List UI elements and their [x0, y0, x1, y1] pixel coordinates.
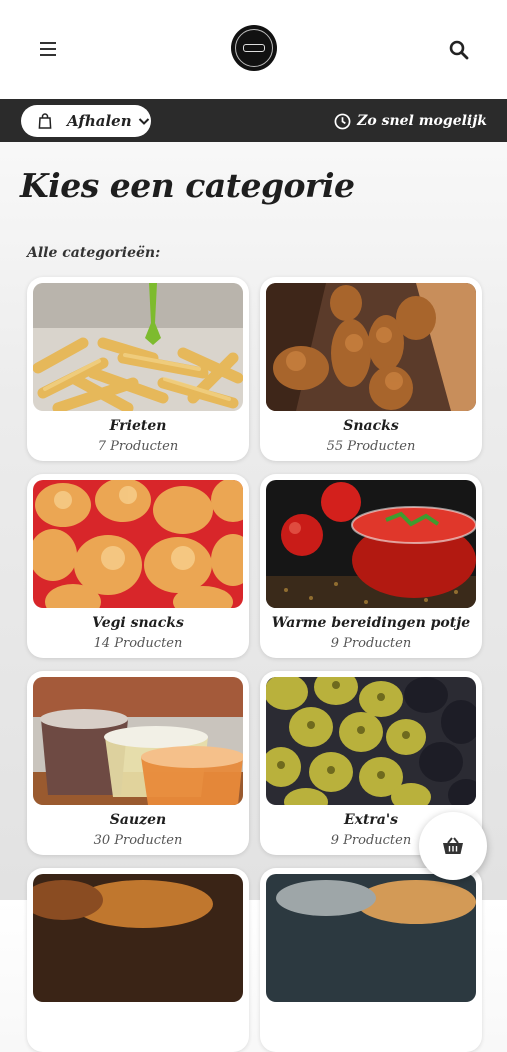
category-name: Snacks: [343, 418, 399, 434]
category-count: 7 Producten: [97, 439, 179, 454]
category-count: 55 Producten: [326, 439, 416, 454]
restaurant-logo[interactable]: [231, 25, 277, 71]
category-card-partial[interactable]: [260, 868, 482, 1052]
category-card-snacks[interactable]: Snacks 55 Producten: [260, 277, 482, 461]
basket-icon: [443, 837, 463, 854]
category-name: Sauzen: [109, 812, 167, 828]
chevron-down-icon: [138, 118, 149, 125]
clock-icon: [334, 113, 351, 129]
section-subtitle: Alle categorieën:: [27, 245, 161, 261]
burger-photo: [33, 874, 243, 1002]
sauce-cups-photo: [33, 677, 243, 805]
category-count: 14 Producten: [93, 636, 183, 651]
category-card-sauzen[interactable]: Sauzen 30 Producten: [27, 671, 249, 855]
tomato-sauce-jar-photo: [266, 480, 476, 608]
category-name: Vegi snacks: [92, 615, 184, 631]
pickup-time-selector[interactable]: Zo snel mogelijk: [334, 110, 487, 132]
category-card-warme-bereidingen-potje[interactable]: Warme bereidingen potje 9 Producten: [260, 474, 482, 658]
category-card-frieten[interactable]: Frieten 7 Producten: [27, 277, 249, 461]
category-name: Frieten: [109, 418, 167, 434]
order-mode-selector[interactable]: Afhalen: [21, 105, 151, 137]
page-title: Kies een categorie: [20, 166, 355, 205]
hamburger-icon[interactable]: [40, 42, 56, 56]
category-card-partial[interactable]: [27, 868, 249, 1052]
order-mode-label: Afhalen: [67, 112, 132, 130]
cheese-bites-photo: [33, 480, 243, 608]
cart-button[interactable]: [419, 812, 487, 880]
search-icon[interactable]: [449, 40, 469, 60]
category-name: Warme bereidingen potje: [271, 615, 471, 631]
fries-photo: [33, 283, 243, 411]
shopping-bag-icon: [38, 113, 52, 129]
header: [0, 0, 507, 99]
pickup-time-label: Zo snel mogelijk: [357, 113, 487, 129]
category-card-vegi-snacks[interactable]: Vegi snacks 14 Producten: [27, 474, 249, 658]
olives-photo: [266, 677, 476, 805]
category-count: 9 Producten: [330, 636, 412, 651]
fried-snacks-photo: [266, 283, 476, 411]
category-count: 30 Producten: [93, 833, 183, 848]
bun-photo: [266, 874, 476, 1002]
